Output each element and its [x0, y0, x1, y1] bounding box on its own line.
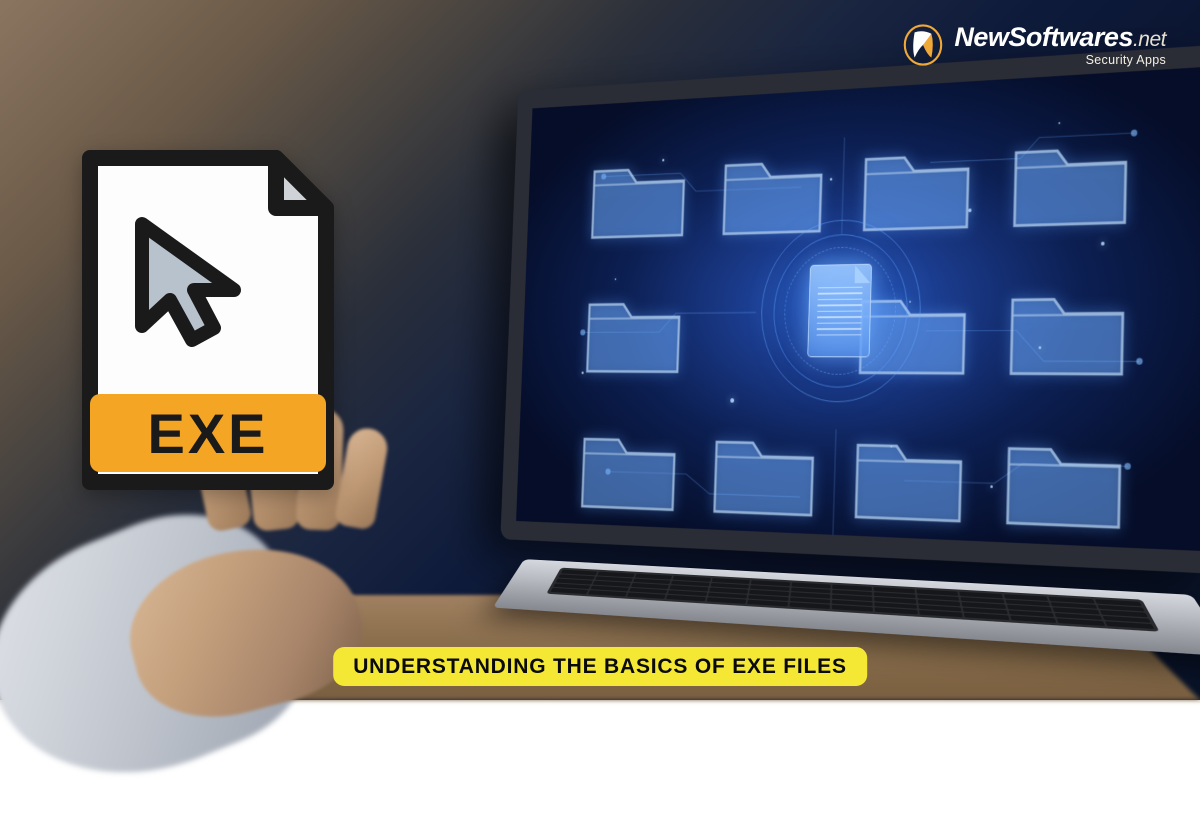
holo-folder-icon	[997, 423, 1132, 548]
brand-tagline: Security Apps	[954, 54, 1166, 67]
keyboard	[546, 568, 1159, 632]
exe-label-band: EXE	[90, 394, 326, 472]
laptop-screen	[500, 44, 1200, 575]
holo-folder-icon	[1000, 273, 1134, 394]
brand-name-text: NewSoftwares	[954, 22, 1133, 52]
holo-folder-icon	[573, 416, 684, 528]
brand-logo-icon	[902, 24, 944, 66]
holo-folder-icon	[1004, 122, 1138, 245]
cursor-arrow-icon	[120, 206, 266, 352]
screen-content	[516, 66, 1200, 551]
brand-logo: NewSoftwares.net Security Apps	[902, 24, 1166, 67]
brand-tld: .net	[1133, 28, 1166, 51]
hologram-overlay	[565, 108, 1150, 510]
exe-file-icon: EXE	[68, 140, 348, 500]
holo-folder-icon	[705, 419, 823, 535]
laptop	[497, 44, 1200, 663]
center-document-hologram	[759, 217, 924, 403]
document-icon	[807, 263, 872, 357]
caption-bar: UNDERSTANDING THE BASICS OF EXE FILES	[333, 647, 867, 686]
exe-label-text: EXE	[147, 401, 268, 466]
holo-folder-icon	[578, 281, 689, 390]
holo-folder-icon	[846, 421, 972, 541]
holo-folder-icon	[584, 144, 695, 255]
brand-name: NewSoftwares.net	[954, 24, 1166, 51]
